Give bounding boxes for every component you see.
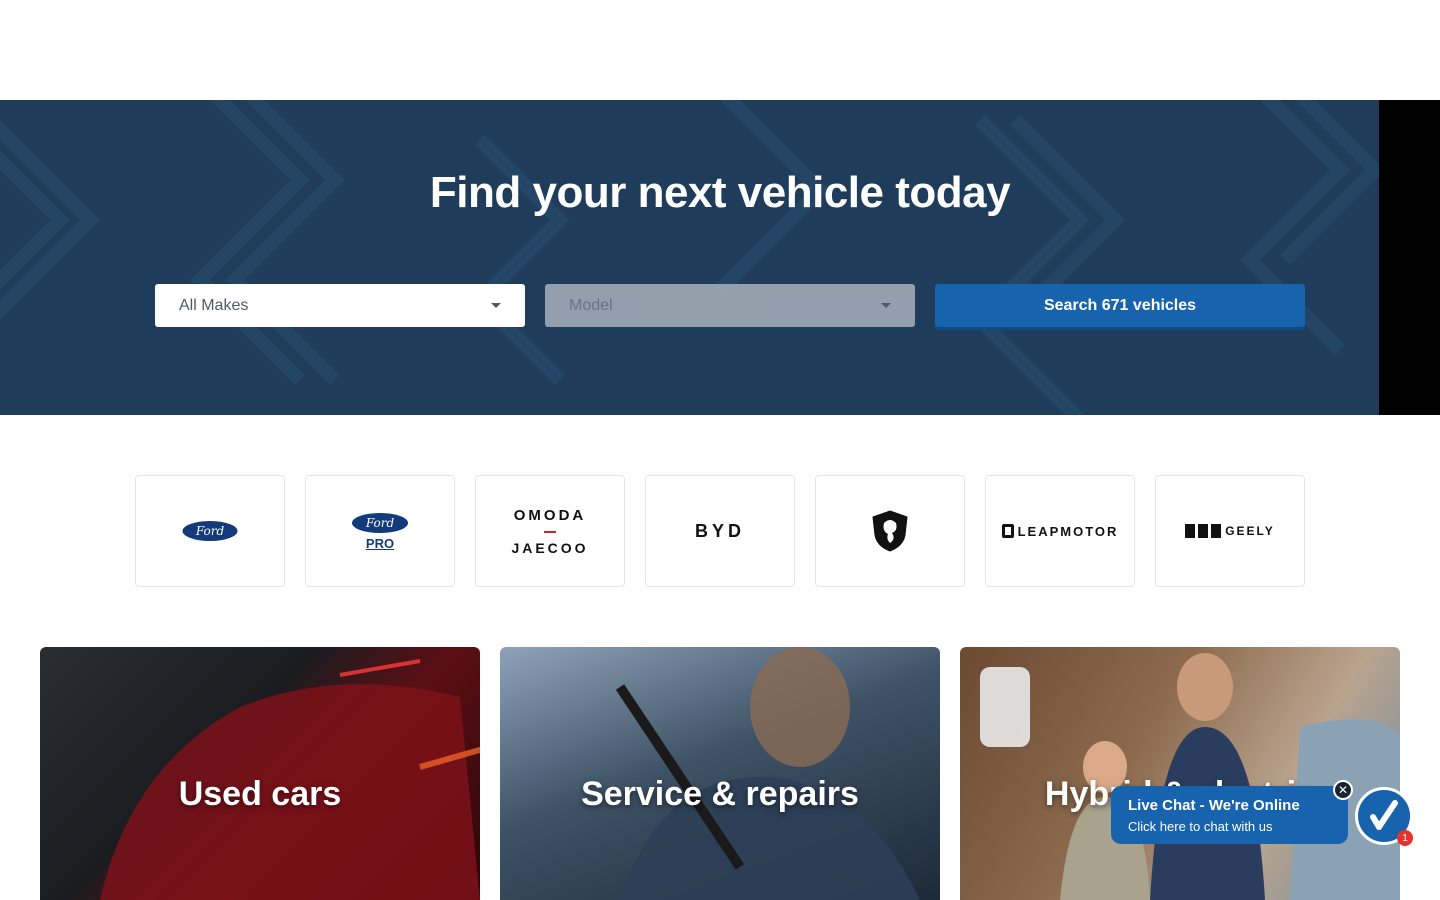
used-cars-image <box>100 659 480 900</box>
ford-pro-sub-label: PRO <box>365 535 395 551</box>
model-select[interactable]: Model <box>545 284 915 327</box>
leapmotor-mark-icon <box>1001 524 1014 538</box>
brand-byd[interactable]: BYD <box>645 475 795 587</box>
ford-pro-logo-icon: Ford <box>352 512 408 533</box>
svg-text:Ford: Ford <box>365 516 395 530</box>
chevron-down-icon <box>491 303 501 308</box>
chat-title: Live Chat - We're Online <box>1128 797 1300 814</box>
chat-notification-badge: 1 <box>1397 830 1413 846</box>
brand-ford[interactable]: Ford <box>135 475 285 587</box>
brand-peugeot[interactable] <box>815 475 965 587</box>
card-label: Service & repairs <box>581 775 859 813</box>
service-image <box>615 647 920 900</box>
svg-text:Ford: Ford <box>195 524 225 538</box>
card-service-repairs[interactable]: Service & repairs <box>500 647 940 900</box>
geely-logo: GEELY <box>1185 524 1275 538</box>
hybrid-image <box>980 653 1400 900</box>
brand-ford-pro[interactable]: Ford PRO <box>305 475 455 587</box>
makes-select-value: All Makes <box>179 296 249 314</box>
hero-edge-strip <box>1379 100 1440 415</box>
card-hybrid-electric[interactable]: Hybrid & electric <box>960 647 1400 900</box>
model-select-value: Model <box>569 296 613 314</box>
makes-select[interactable]: All Makes <box>155 284 525 327</box>
geely-mark-icon <box>1185 524 1222 538</box>
card-used-cars[interactable]: Used cars <box>40 647 480 900</box>
search-vehicles-button[interactable]: Search 671 vehicles <box>935 284 1305 327</box>
site-header <box>0 0 1440 100</box>
peugeot-lion-icon <box>872 510 908 552</box>
brand-omoda-jaecoo[interactable]: OMODA JAECOO <box>475 475 625 587</box>
card-label: Used cars <box>178 775 342 813</box>
brand-logo-row: Ford Ford PRO OMODA JAECOO BYD LEAPMOTOR… <box>135 475 1305 587</box>
leapmotor-logo: LEAPMOTOR <box>1001 523 1119 539</box>
geely-logo-text: GEELY <box>1225 524 1275 538</box>
jaecoo-logo-text: JAECOO <box>511 539 589 556</box>
brand-leapmotor[interactable]: LEAPMOTOR <box>985 475 1135 587</box>
byd-logo-text: BYD <box>694 520 745 541</box>
ford-logo-icon: Ford <box>181 520 239 542</box>
hero-title: Find your next vehicle today <box>429 168 1011 217</box>
omoda-logo-text: OMODA <box>513 506 587 524</box>
close-icon[interactable]: ✕ <box>1333 780 1353 800</box>
hero-banner <box>0 100 1379 415</box>
live-chat-bubble[interactable]: Live Chat - We're Online Click here to c… <box>1111 786 1348 844</box>
omoda-divider <box>544 530 556 533</box>
hero-pattern <box>0 100 1379 415</box>
brand-geely[interactable]: GEELY <box>1155 475 1305 587</box>
chevron-down-icon <box>881 303 891 308</box>
leapmotor-logo-text: LEAPMOTOR <box>1017 523 1119 539</box>
chat-logo-icon <box>1370 800 1398 830</box>
chat-subtitle: Click here to chat with us <box>1128 819 1273 834</box>
